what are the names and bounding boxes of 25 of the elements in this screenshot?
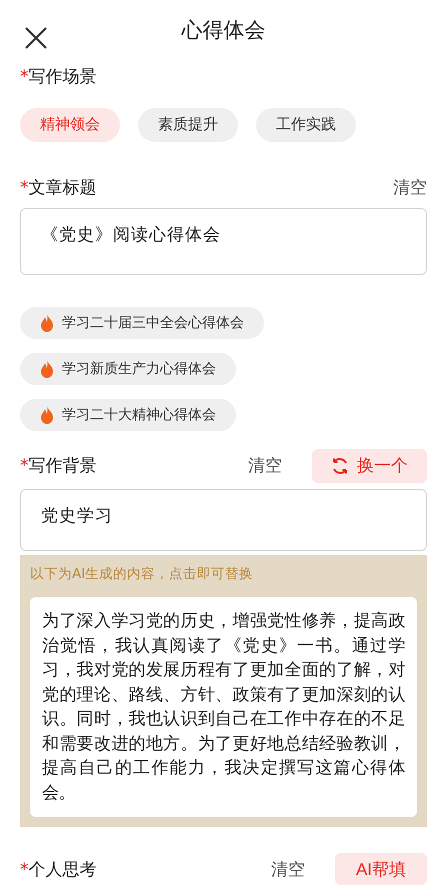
scene-chip[interactable]: 工作实践 — [256, 108, 356, 142]
clear-button[interactable]: 清空 — [271, 858, 305, 880]
section-label: *个人思考 — [20, 858, 96, 880]
ai-fill-button[interactable]: AI帮填 — [335, 853, 427, 885]
ai-hint: 以下为AI生成的内容，点击即可替换 — [30, 565, 254, 583]
flame-icon — [40, 406, 54, 424]
flame-icon — [40, 314, 54, 332]
suggestion-chip[interactable]: 学习新质生产力心得体会 — [20, 352, 236, 385]
page-title: 心得体会 — [182, 16, 266, 44]
suggestion-chip[interactable]: 学习二十届三中全会心得体会 — [20, 306, 264, 339]
section-label: *文章标题 — [20, 176, 96, 199]
clear-button[interactable]: 清空 — [393, 176, 427, 199]
section-label: *写作背景 — [20, 455, 96, 478]
ai-suggestion[interactable]: 为了深入学习党的历史，增强党性修养，提高政治觉悟，我认真阅读了《党史》一书。通过学习，我对党的发展历程有了更加全面的了解，对党的理论、路线、方针、政策有了更加深刻的认识。同时，我也认识到自己在工作中存在的不足和需要改进的地方。为了更好地总结经验教训，提高自己的工作能力，我决定撰写这篇心得体会。 — [30, 597, 417, 817]
background-input[interactable]: 党史学习 — [20, 488, 427, 551]
swap-button[interactable]: 换一个 — [312, 448, 427, 483]
suggestion-chip[interactable]: 学习二十大精神心得体会 — [20, 398, 236, 431]
flame-icon — [40, 360, 54, 378]
close-icon — [24, 26, 48, 50]
refresh-icon — [331, 456, 349, 475]
scene-chip[interactable]: 素质提升 — [138, 108, 238, 142]
title-input[interactable]: 《党史》阅读心得体会 — [20, 208, 427, 275]
clear-button[interactable]: 清空 — [248, 454, 282, 478]
section-label: *写作场景 — [20, 66, 96, 88]
scene-chip[interactable]: 精神领会 — [20, 108, 120, 142]
